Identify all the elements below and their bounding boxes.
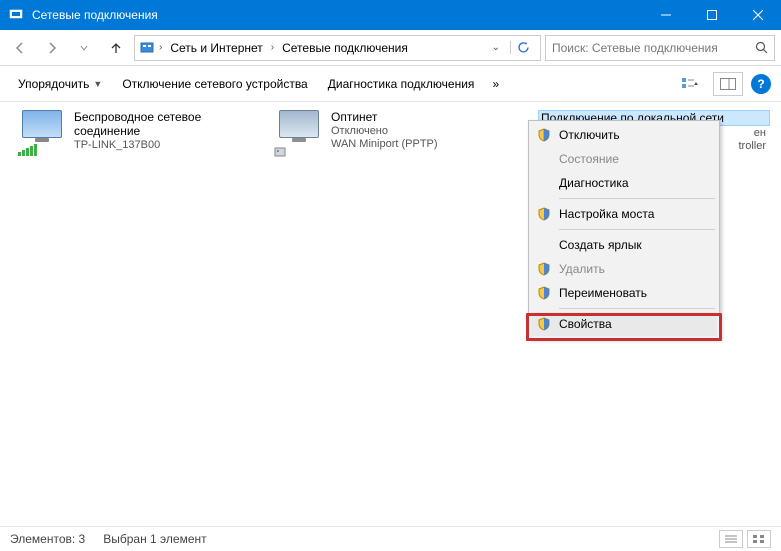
address-bar: › Сеть и Интернет › Сетевые подключения … (0, 30, 781, 66)
ctx-label: Состояние (559, 152, 619, 166)
toolbar: Упорядочить ▼ Отключение сетевого устрой… (0, 66, 781, 102)
shield-icon (537, 286, 551, 300)
nav-history-dropdown[interactable] (70, 34, 98, 62)
details-view-button[interactable] (719, 530, 743, 548)
status-selected: Выбран 1 элемент (103, 532, 206, 546)
chevron-right-icon[interactable]: › (269, 42, 276, 53)
disable-device-button[interactable]: Отключение сетевого устройства (114, 73, 315, 95)
ctx-label: Свойства (559, 317, 612, 331)
ctx-rename[interactable]: Переименовать (531, 281, 717, 305)
status-bar: Элементов: 3 Выбран 1 элемент (0, 526, 781, 551)
app-icon (8, 7, 24, 23)
ctx-label: Отключить (559, 128, 620, 142)
disable-label: Отключение сетевого устройства (122, 77, 307, 91)
close-button[interactable] (735, 0, 781, 30)
network-item-optinet[interactable]: Оптинет Отключено WAN Miniport (PPTP) (275, 110, 515, 150)
diagnose-button[interactable]: Диагностика подключения (320, 73, 483, 95)
wireless-icon (18, 110, 66, 150)
shield-icon (537, 317, 551, 331)
shield-icon (537, 262, 551, 276)
connection-name: Оптинет (331, 110, 438, 124)
diagnose-label: Диагностика подключения (328, 77, 475, 91)
ctx-separator (559, 198, 715, 199)
ctx-separator (559, 229, 715, 230)
minimize-button[interactable] (643, 0, 689, 30)
organize-label: Упорядочить (18, 77, 89, 91)
search-placeholder: Поиск: Сетевые подключения (552, 41, 755, 55)
ctx-label: Создать ярлык (559, 238, 642, 252)
context-menu: Отключить Состояние Диагностика Настройк… (528, 120, 720, 339)
preview-pane-button[interactable] (713, 72, 743, 96)
breadcrumb-leaf[interactable]: Сетевые подключения (278, 36, 412, 60)
maximize-button[interactable] (689, 0, 735, 30)
chevron-right-icon[interactable]: › (157, 42, 164, 53)
toolbar-overflow-icon[interactable]: » (486, 77, 505, 91)
content-area: Беспроводное сетевое соединение TP-LINK_… (0, 102, 781, 526)
ctx-shortcut[interactable]: Создать ярлык (531, 233, 717, 257)
view-options-button[interactable] (675, 72, 705, 96)
connection-name: Беспроводное сетевое соединение (74, 110, 258, 138)
connection-status: Отключено (331, 125, 438, 137)
ctx-bridge[interactable]: Настройка моста (531, 202, 717, 226)
status-count: Элементов: 3 (10, 532, 85, 546)
window-title: Сетевые подключения (32, 8, 643, 22)
ctx-properties[interactable]: Свойства (531, 312, 717, 336)
wan-icon (275, 110, 323, 150)
connection-ssid: TP-LINK_137B00 (74, 139, 258, 151)
control-panel-icon (139, 40, 155, 56)
ctx-diagnose[interactable]: Диагностика (531, 171, 717, 195)
breadcrumb[interactable]: › Сеть и Интернет › Сетевые подключения … (134, 35, 541, 61)
ctx-label: Удалить (559, 262, 605, 276)
connection-device: WAN Miniport (PPTP) (331, 138, 438, 150)
ctx-disable[interactable]: Отключить (531, 123, 717, 147)
ctx-separator (559, 308, 715, 309)
shield-icon (537, 128, 551, 142)
refresh-button[interactable] (510, 41, 536, 54)
ctx-label: Диагностика (559, 176, 629, 190)
shield-icon (537, 207, 551, 221)
titlebar: Сетевые подключения (0, 0, 781, 30)
nav-forward-button[interactable] (38, 34, 66, 62)
ctx-label: Настройка моста (559, 207, 654, 221)
nav-back-button[interactable] (6, 34, 34, 62)
ctx-label: Переименовать (559, 286, 647, 300)
help-button[interactable]: ? (751, 74, 771, 94)
organize-button[interactable]: Упорядочить ▼ (10, 73, 110, 95)
breadcrumb-dropdown-icon[interactable]: ⌄ (486, 42, 506, 53)
icons-view-button[interactable] (747, 530, 771, 548)
search-icon (755, 41, 768, 54)
search-input[interactable]: Поиск: Сетевые подключения (545, 35, 775, 61)
ctx-status: Состояние (531, 147, 717, 171)
breadcrumb-root[interactable]: Сеть и Интернет (166, 36, 266, 60)
network-item-wireless[interactable]: Беспроводное сетевое соединение TP-LINK_… (18, 110, 258, 151)
ctx-delete: Удалить (531, 257, 717, 281)
chevron-down-icon: ▼ (93, 79, 102, 89)
nav-up-button[interactable] (102, 34, 130, 62)
